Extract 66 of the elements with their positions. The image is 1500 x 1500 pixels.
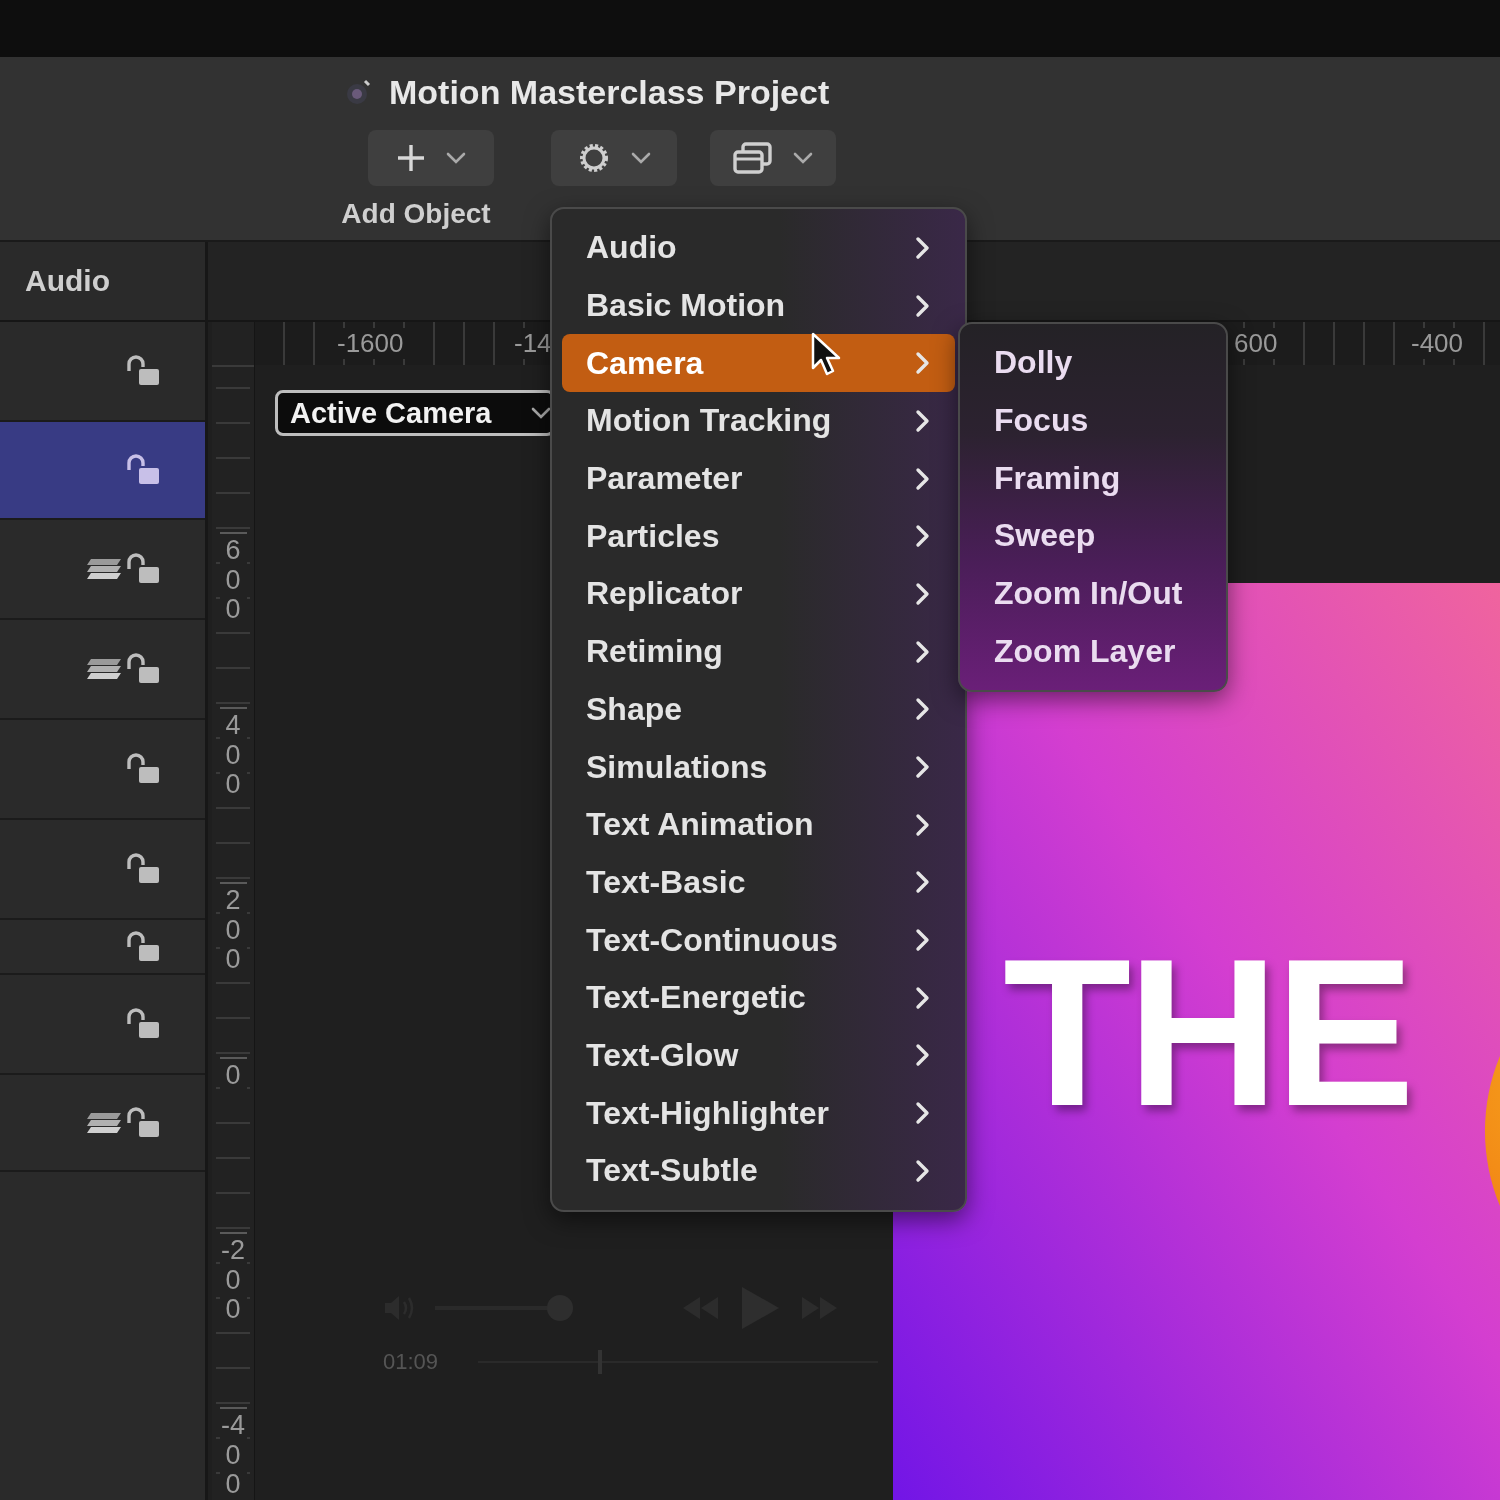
unlocked-lock-icon[interactable] <box>125 1008 161 1040</box>
chevron-right-icon <box>915 985 931 1010</box>
chevron-right-icon <box>915 1043 931 1068</box>
chevron-right-icon <box>915 870 931 895</box>
caret-icon <box>630 151 652 165</box>
chevron-right-icon <box>915 351 931 376</box>
canvas-text: THE <box>1003 928 1411 1138</box>
caret-icon <box>792 151 814 165</box>
add-object-button[interactable] <box>368 130 494 186</box>
menu-item[interactable]: Zoom Layer <box>970 622 1216 681</box>
chevron-right-icon <box>915 1158 931 1183</box>
unlocked-lock-icon[interactable] <box>125 355 161 387</box>
menu-item[interactable]: Text-Energetic <box>562 968 955 1027</box>
menu-item[interactable]: Text Animation <box>562 795 955 854</box>
layer-row[interactable] <box>0 422 205 520</box>
unlocked-lock-icon[interactable] <box>125 653 161 685</box>
caret-icon <box>445 151 467 165</box>
chevron-right-icon <box>915 928 931 953</box>
toolbar-label: Add Object <box>341 198 491 230</box>
menu-item[interactable]: Audio <box>562 219 955 277</box>
ruler-label: 600 <box>1232 328 1280 359</box>
chevron-right-icon <box>915 466 931 491</box>
menu-item[interactable]: Text-Highlighter <box>562 1084 955 1142</box>
chevron-right-icon <box>915 755 931 780</box>
chevron-right-icon <box>915 293 931 318</box>
menu-item[interactable]: Basic Motion <box>562 276 955 335</box>
menu-item[interactable]: Shape <box>562 680 955 739</box>
unlocked-lock-icon[interactable] <box>125 1106 161 1139</box>
menu-item[interactable]: Zoom In/Out <box>970 564 1216 623</box>
chevron-right-icon <box>915 524 931 549</box>
chevron-right-icon <box>915 812 931 837</box>
menu-item[interactable]: Camera <box>562 334 955 393</box>
windows-button[interactable] <box>710 130 836 186</box>
unlocked-lock-icon[interactable] <box>125 930 161 963</box>
ruler-label: -1600 <box>335 328 406 359</box>
menu-item[interactable]: Text-Basic <box>562 853 955 912</box>
window-title: Motion Masterclass Project <box>389 72 830 112</box>
menu-item[interactable]: Framing <box>970 449 1216 508</box>
menu-item[interactable]: Simulations <box>562 738 955 796</box>
ruler-label: 0 <box>219 1057 247 1091</box>
menu-item[interactable]: Particles <box>562 507 955 566</box>
menu-item[interactable]: Focus <box>970 391 1216 450</box>
menu-item[interactable]: Parameter <box>562 449 955 508</box>
chevron-right-icon <box>915 639 931 664</box>
stacked-windows-icon <box>732 140 774 176</box>
menu-item[interactable]: Dolly <box>970 334 1216 392</box>
menu-item[interactable]: Motion Tracking <box>562 392 955 450</box>
chevron-right-icon <box>915 235 931 260</box>
panel-header: Audio <box>25 264 110 298</box>
chevron-right-icon <box>915 581 931 606</box>
unlocked-lock-icon[interactable] <box>125 553 161 585</box>
unlocked-lock-icon[interactable] <box>125 853 161 885</box>
unlocked-lock-icon[interactable] <box>125 753 161 785</box>
menu-item[interactable]: Text-Subtle <box>562 1142 955 1200</box>
caret-icon <box>530 406 552 420</box>
unlocked-lock-icon[interactable] <box>125 454 161 486</box>
menu-item[interactable]: Sweep <box>970 507 1216 565</box>
menu-item[interactable]: Retiming <box>562 622 955 681</box>
menu-item[interactable]: Text-Glow <box>562 1026 955 1085</box>
chevron-right-icon <box>915 408 931 433</box>
chevron-right-icon <box>915 697 931 722</box>
behaviors-button[interactable] <box>551 130 677 186</box>
plus-icon <box>395 142 427 174</box>
menu-item[interactable]: Replicator <box>562 565 955 623</box>
chevron-right-icon <box>915 1101 931 1126</box>
menu-item[interactable]: Text-Continuous <box>562 911 955 969</box>
